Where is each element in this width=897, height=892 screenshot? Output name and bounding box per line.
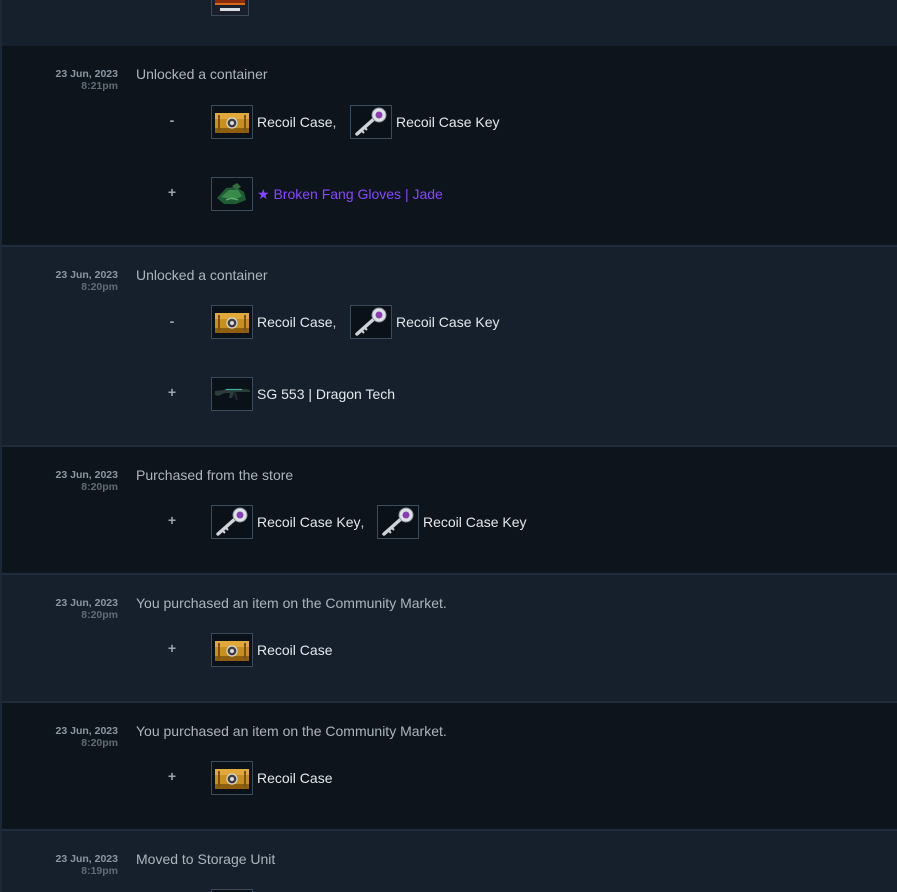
- removed-sign: -: [169, 313, 175, 329]
- item-name: Recoil Case: [257, 770, 333, 786]
- added-sign: +: [167, 184, 177, 200]
- entry-date: 23 Jun, 2023: [55, 68, 118, 80]
- removed-item[interactable]: Recoil Case Key: [350, 304, 500, 340]
- entry-description: You purchased an item on the Community M…: [136, 723, 447, 739]
- entry-description: Purchased from the store: [136, 467, 294, 483]
- history-entry: 23 Jun, 2023 8:20pm Unlocked a container…: [2, 247, 897, 447]
- item-name: Recoil Case Key: [396, 114, 500, 130]
- inventory-history-list: 23 Jun, 2023 8:21pm Unlocked a container…: [2, 0, 897, 892]
- entry-description: You purchased an item on the Community M…: [136, 595, 447, 611]
- recoil-case-key-icon: [377, 505, 419, 539]
- sg553-rifle-icon: [211, 377, 253, 411]
- added-sign: +: [167, 640, 177, 656]
- added-item[interactable]: ★ Broken Fang Gloves | Jade: [211, 176, 443, 212]
- entry-time: 8:20pm: [81, 281, 118, 293]
- removed-item[interactable]: Recoil Case,: [211, 104, 336, 140]
- item-name: Recoil Case Key: [423, 514, 527, 530]
- entry-time: 8:20pm: [81, 481, 118, 493]
- added-item[interactable]: Recoil Case: [211, 632, 332, 668]
- item-separator: ,: [332, 114, 337, 130]
- recoil-case-key-icon: [350, 105, 392, 139]
- entry-date: 23 Jun, 2023: [55, 469, 118, 481]
- recoil-case-key-icon: [211, 505, 253, 539]
- item-name: Recoil Case: [257, 114, 333, 130]
- entry-date: 23 Jun, 2023: [55, 269, 118, 281]
- previous-entry-fragment: [2, 0, 897, 48]
- removed-item[interactable]: Recoil Case Key: [350, 104, 500, 140]
- recoil-case-icon: [211, 305, 253, 339]
- item-name: Recoil Case: [257, 642, 333, 658]
- added-item[interactable]: SG 553 | Dragon Tech: [211, 376, 395, 412]
- entry-date: 23 Jun, 2023: [55, 853, 118, 865]
- item-name: Recoil Case: [257, 314, 333, 330]
- recoil-case-icon: [211, 633, 253, 667]
- item-name: SG 553 | Dragon Tech: [257, 386, 396, 402]
- added-sign: +: [167, 768, 177, 784]
- item-name: Recoil Case Key: [396, 314, 500, 330]
- item-thumbnail[interactable]: [211, 0, 249, 16]
- entry-time: 8:21pm: [81, 80, 118, 92]
- removed-item[interactable]: Recoil Case,: [211, 304, 336, 340]
- entry-description: Unlocked a container: [136, 267, 268, 283]
- added-sign: +: [167, 512, 177, 528]
- added-item[interactable]: Recoil Case Key,: [211, 504, 364, 540]
- history-entry: 23 Jun, 2023 8:20pm You purchased an ite…: [2, 703, 897, 831]
- recoil-case-icon: [211, 105, 253, 139]
- history-entry: 23 Jun, 2023 8:20pm Purchased from the s…: [2, 447, 897, 575]
- history-entry: 23 Jun, 2023 8:21pm Unlocked a container…: [2, 46, 897, 247]
- removed-sign: -: [169, 112, 175, 128]
- added-item[interactable]: Recoil Case: [211, 760, 332, 796]
- item-separator: ,: [360, 514, 365, 530]
- added-item[interactable]: Recoil Case Key: [377, 504, 527, 540]
- broken-fang-gloves-icon: [211, 177, 253, 211]
- entry-time: 8:20pm: [81, 737, 118, 749]
- added-sign: +: [167, 384, 177, 400]
- history-entry: 23 Jun, 2023 8:20pm You purchased an ite…: [2, 575, 897, 703]
- item-separator: ,: [332, 314, 337, 330]
- entry-date: 23 Jun, 2023: [55, 725, 118, 737]
- entry-time: 8:19pm: [81, 865, 118, 877]
- entry-description: Moved to Storage Unit: [136, 851, 276, 867]
- history-entry: 23 Jun, 2023 8:19pm Moved to Storage Uni…: [2, 831, 897, 892]
- recoil-case-icon: [211, 761, 253, 795]
- recoil-case-key-icon: [350, 305, 392, 339]
- entry-time: 8:20pm: [81, 609, 118, 621]
- item-name: ★ Broken Fang Gloves | Jade: [257, 185, 443, 202]
- entry-description: Unlocked a container: [136, 66, 268, 82]
- item-name: Recoil Case Key: [257, 514, 361, 530]
- entry-date: 23 Jun, 2023: [55, 597, 118, 609]
